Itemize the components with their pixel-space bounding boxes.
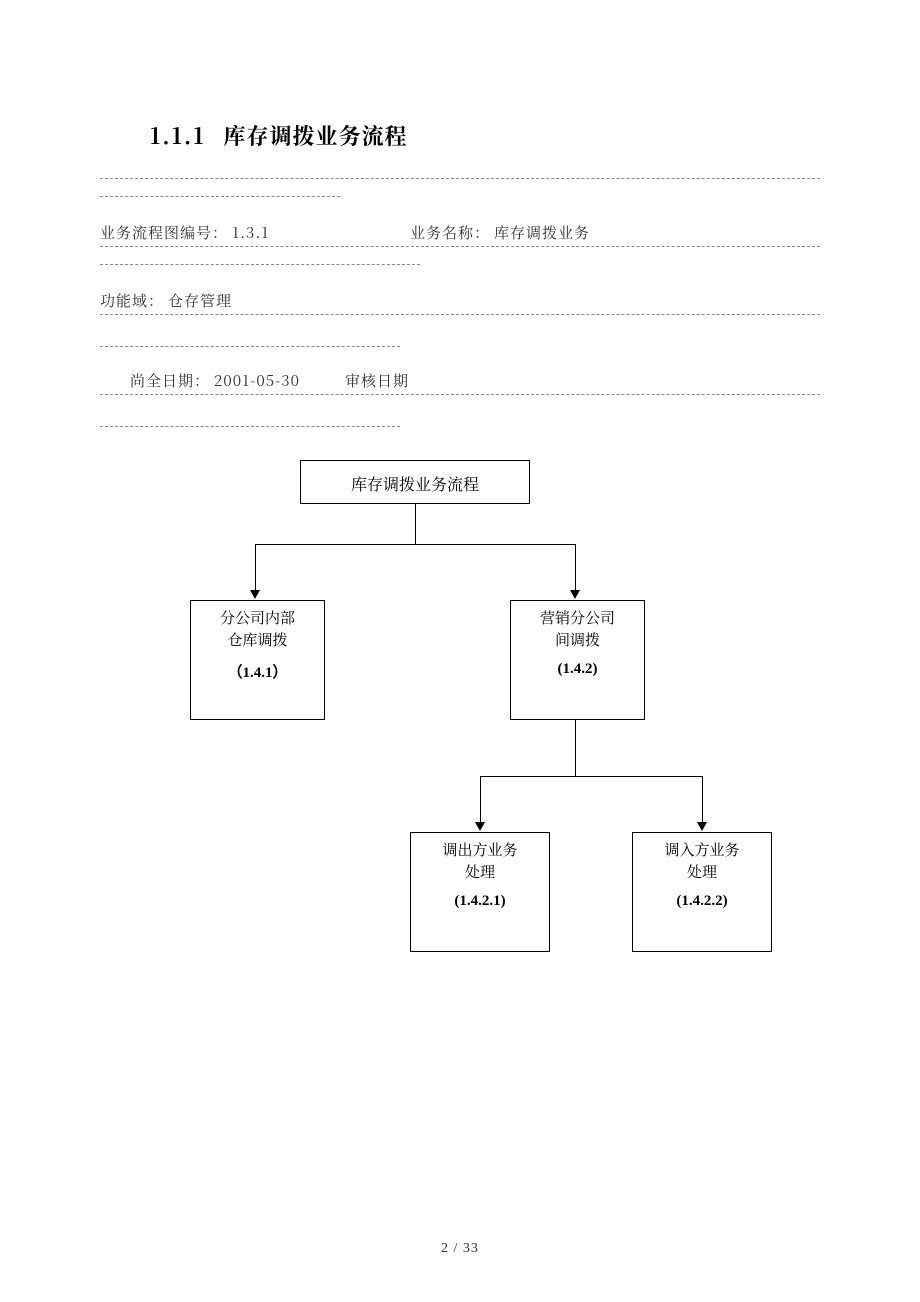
section-number: 1.1.1 <box>150 120 206 151</box>
connector <box>702 776 703 826</box>
meta-flow-number: 业务流程图编号：1.3.1 <box>100 222 269 243</box>
divider-tail <box>100 426 400 428</box>
meta-business-name: 业务名称：库存调拨业务 <box>410 222 590 243</box>
meta-label: 尚全日期： <box>130 370 210 391</box>
connector <box>480 776 702 777</box>
divider-tail <box>100 346 400 348</box>
flowchart-node-in-processing: 调入方业务 处理 (1.4.2.2) <box>632 832 772 952</box>
meta-review-date: 审核日期 <box>345 370 413 391</box>
node-code: （1.4.1） <box>191 661 324 682</box>
node-line1: 调出方业务 <box>411 839 549 861</box>
connector <box>255 544 256 594</box>
meta-value: 2001-05-30 <box>214 370 300 391</box>
node-code: (1.4.2.2) <box>633 893 771 910</box>
divider-tail <box>100 196 340 198</box>
divider <box>100 178 820 180</box>
node-line1: 分公司内部 <box>191 607 324 629</box>
connector <box>415 504 416 544</box>
meta-function-domain: 功能域：仓存管理 <box>100 290 232 311</box>
flowchart-node-intercompany-transfer: 营销分公司 间调拨 (1.4.2) <box>510 600 645 720</box>
connector <box>255 544 575 545</box>
node-line2: 仓库调拨 <box>191 629 324 651</box>
meta-value: 1.3.1 <box>232 222 269 243</box>
meta-value: 仓存管理 <box>168 290 232 311</box>
arrowhead-icon <box>250 590 260 599</box>
meta-label: 业务名称： <box>410 222 490 243</box>
node-code: (1.4.2.1) <box>411 893 549 910</box>
section-title: 库存调拨业务流程 <box>224 120 408 151</box>
node-line2: 间调拨 <box>511 629 644 651</box>
meta-label: 业务流程图编号： <box>100 222 228 243</box>
connector <box>575 544 576 594</box>
node-line1: 营销分公司 <box>511 607 644 629</box>
meta-label: 功能域： <box>100 290 164 311</box>
node-line1: 调入方业务 <box>633 839 771 861</box>
node-code: (1.4.2) <box>511 661 644 678</box>
meta-label: 审核日期 <box>345 370 409 391</box>
arrowhead-icon <box>697 822 707 831</box>
divider <box>100 314 820 316</box>
meta-value: 库存调拨业务 <box>494 222 590 243</box>
flowchart-node-out-processing: 调出方业务 处理 (1.4.2.1) <box>410 832 550 952</box>
flowchart-root-node: 库存调拨业务流程 <box>300 460 530 504</box>
divider <box>100 394 820 396</box>
arrowhead-icon <box>475 822 485 831</box>
connector <box>480 776 481 826</box>
page-number: 2 / 33 <box>0 1241 920 1257</box>
node-line2: 处理 <box>411 861 549 883</box>
node-line2: 处理 <box>633 861 771 883</box>
connector <box>575 720 576 776</box>
flowchart-node-internal-transfer: 分公司内部 仓库调拨 （1.4.1） <box>190 600 325 720</box>
meta-complete-date: 尚全日期：2001-05-30 <box>130 370 300 391</box>
divider <box>100 246 820 248</box>
divider-tail <box>100 264 420 266</box>
arrowhead-icon <box>570 590 580 599</box>
node-label: 库存调拨业务流程 <box>351 472 479 495</box>
section-heading: 1.1.1 库存调拨业务流程 <box>150 120 408 151</box>
